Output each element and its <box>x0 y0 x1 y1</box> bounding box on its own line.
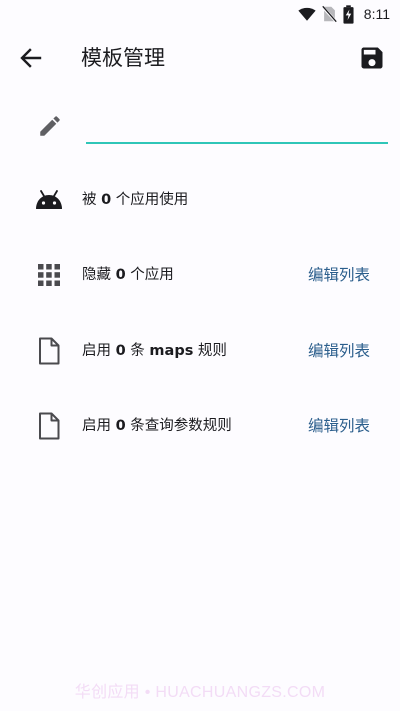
hidden-apps-row: 隐藏 0 个应用 编辑列表 <box>0 253 400 297</box>
hidden-apps-text: 隐藏 0 个应用 <box>82 267 174 283</box>
status-time: 8:11 <box>363 6 390 22</box>
wifi-icon <box>298 6 316 22</box>
arrow-back-icon <box>15 48 47 76</box>
query-param-rules-text: 启用 0 条查询参数规则 <box>82 418 232 434</box>
battery-charging-icon <box>343 4 354 24</box>
android-icon <box>35 186 63 214</box>
template-management-screen: 8:11 模板管理 被 0 个应用使用 隐藏 0 个应用 编辑列表 启用 0 条… <box>0 0 400 711</box>
maps-rules-text: 启用 0 条 maps 规则 <box>82 343 227 359</box>
save-button[interactable] <box>358 44 386 72</box>
status-icons: 8:11 <box>298 3 390 25</box>
query-param-rules-row: 启用 0 条查询参数规则 编辑列表 <box>0 404 400 448</box>
maps-rules-row: 启用 0 条 maps 规则 编辑列表 <box>0 329 400 373</box>
watermark: 华创应用 • HUACHUANGZS.COM <box>74 684 326 701</box>
pencil-icon <box>37 113 63 143</box>
edit-query-param-rules-list-button[interactable]: 编辑列表 <box>308 415 370 437</box>
apps-grid-icon <box>35 261 63 289</box>
edit-maps-rules-list-button[interactable]: 编辑列表 <box>308 340 370 362</box>
app-bar: 模板管理 <box>0 28 400 88</box>
no-sim-icon <box>321 5 337 23</box>
used-by-apps-text: 被 0 个应用使用 <box>82 192 189 208</box>
template-name-row <box>0 104 400 150</box>
save-icon <box>358 47 386 76</box>
page-title: 模板管理 <box>81 46 165 70</box>
status-bar: 8:11 <box>0 0 400 28</box>
edit-hidden-apps-list-button[interactable]: 编辑列表 <box>308 264 370 286</box>
back-button[interactable] <box>15 44 47 72</box>
used-by-apps-row: 被 0 个应用使用 <box>0 178 400 222</box>
file-icon <box>35 337 63 365</box>
file-icon <box>35 412 63 440</box>
template-name-input[interactable] <box>86 106 388 144</box>
